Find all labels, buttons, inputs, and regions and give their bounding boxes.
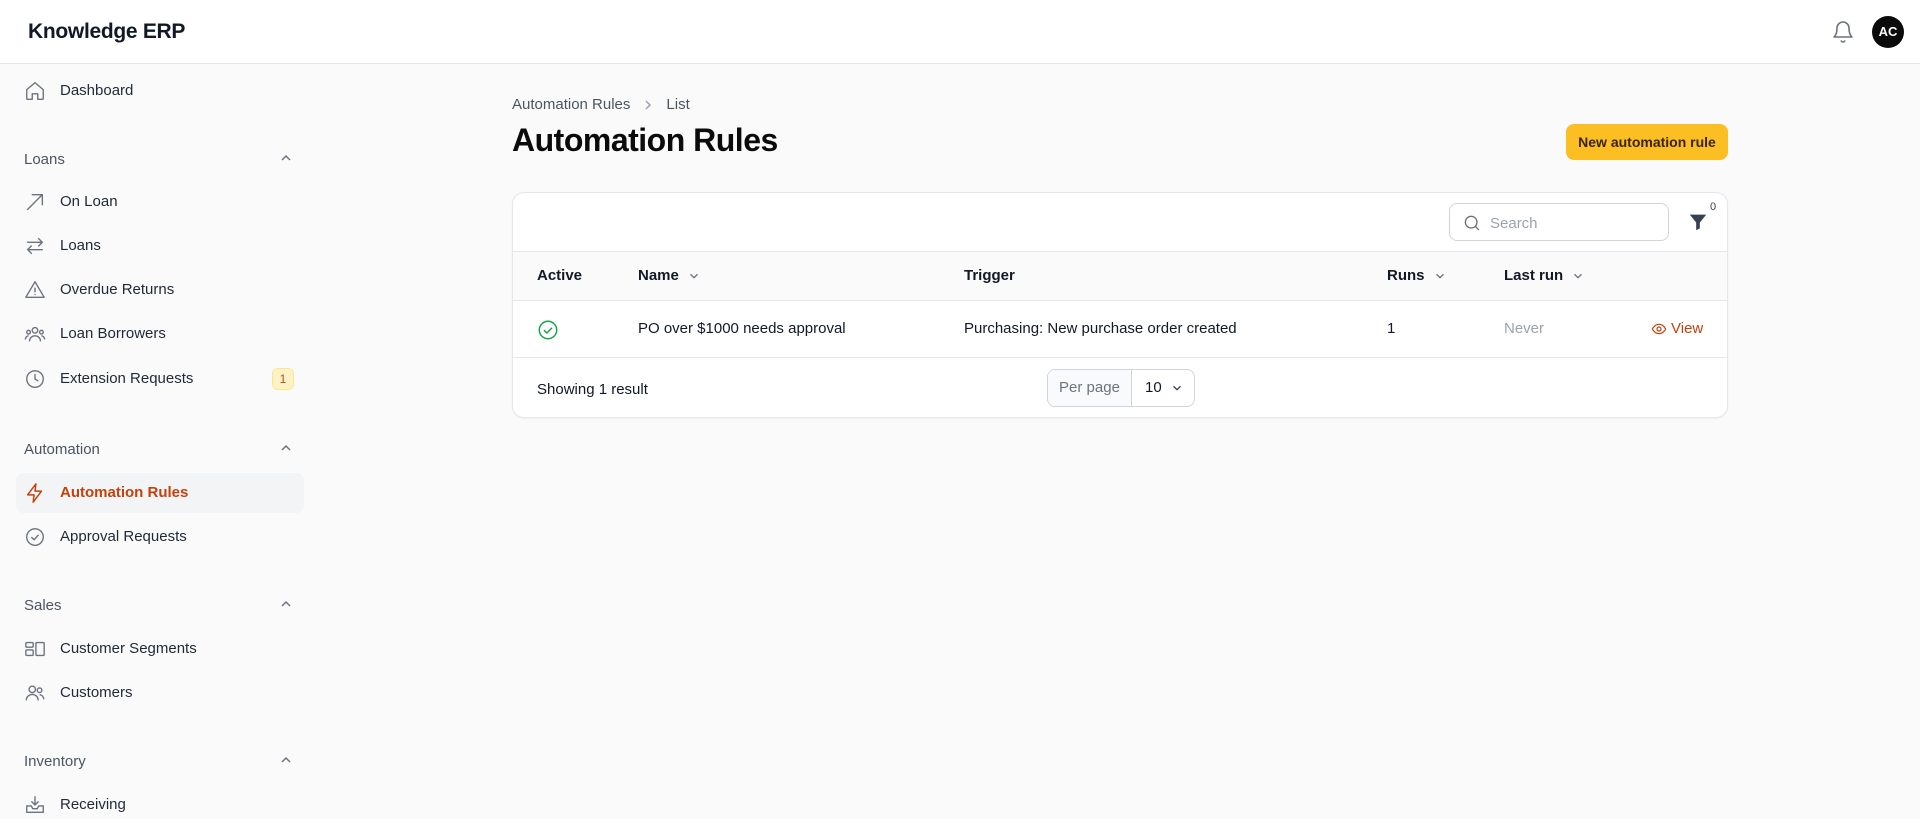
column-header-trigger: Trigger [964,267,1015,284]
sidebar-group-loans[interactable]: Loans [24,151,65,168]
sidebar-group-automation[interactable]: Automation [24,441,100,458]
sidebar-item-label: Loan Borrowers [60,325,166,342]
column-header-label: Active [537,267,583,284]
sidebar-item-approval-requests[interactable]: Approval Requests [16,517,304,557]
sidebar-item-loans[interactable]: Loans [16,226,304,266]
sidebar-item-label: Customer Segments [60,640,197,657]
per-page-value[interactable]: 10 [1132,370,1194,406]
users-icon [25,685,45,701]
sidebar-item-automation-rules[interactable]: Automation Rules [16,473,304,513]
chevron-down-icon [1173,385,1181,391]
clock-icon [26,370,44,388]
rule-runs-cell: 1 [1387,320,1396,337]
sidebar-item-label: Loans [60,237,101,254]
search-input[interactable] [1490,212,1660,234]
new-automation-rule-button[interactable]: New automation rule [1566,124,1728,160]
chevron-up-icon[interactable] [278,752,294,768]
inbox-download-icon [26,796,44,814]
column-header-name[interactable]: Name [638,267,701,284]
sidebar-item-label: Dashboard [60,82,134,99]
per-page-label: Per page [1048,370,1132,406]
warning-triangle-icon [25,281,45,299]
rule-trigger-cell: Purchasing: New purchase order created [964,320,1237,337]
table-header: Active Name Trigger Runs Last run [513,251,1727,301]
segments-icon [25,641,45,657]
sidebar-group-sales[interactable]: Sales [24,597,62,614]
result-count-text: Showing 1 result [537,381,648,398]
sidebar-item-label: Overdue Returns [60,281,175,298]
breadcrumb-root-link[interactable]: Automation Rules [512,96,630,113]
filter-count-badge: 0 [1705,199,1721,215]
sidebar-item-loan-borrowers[interactable]: Loan Borrowers [16,314,304,354]
home-icon [26,82,44,100]
lightning-bolt-icon [26,483,43,503]
column-header-label: Trigger [964,267,1015,284]
page-title: Automation Rules [512,122,778,158]
active-check-circle-icon [538,320,558,340]
arrow-up-right-icon [26,193,44,211]
sidebar-group-inventory[interactable]: Inventory [24,753,86,770]
rule-name-cell: PO over $1000 needs approval [638,320,846,337]
chevron-up-icon[interactable] [278,440,294,456]
sidebar-item-label: Receiving [60,796,126,813]
breadcrumb-current: List [666,96,690,113]
search-field[interactable] [1449,203,1669,241]
sidebar-item-overdue-returns[interactable]: Overdue Returns [16,270,304,310]
search-icon [1464,215,1480,231]
rule-last-run-cell: Never [1504,320,1545,337]
sidebar-item-receiving[interactable]: Receiving [16,785,304,819]
column-header-last-run[interactable]: Last run [1504,267,1585,284]
sidebar-item-customers[interactable]: Customers [16,673,304,713]
chevron-up-icon[interactable] [278,150,294,166]
sidebar: Dashboard Loans On Loan Loans Overdue Re… [0,64,320,819]
column-header-label: Runs [1387,267,1425,284]
chevron-up-icon[interactable] [278,596,294,612]
sidebar-item-label: Extension Requests [60,370,194,387]
view-link-label: View [1671,320,1704,337]
app-title[interactable]: Knowledge ERP [28,20,185,44]
breadcrumb: Automation Rules List [512,96,690,113]
sidebar-item-label: Automation Rules [60,484,189,501]
column-header-active: Active [537,267,582,284]
sidebar-item-dashboard[interactable]: Dashboard [16,71,304,111]
column-header-label: Last run [1504,267,1564,284]
sort-chevron-down-icon[interactable] [687,269,701,283]
sidebar-item-label: Approval Requests [60,528,187,545]
sidebar-item-on-loan[interactable]: On Loan [16,182,304,222]
users-group-icon [24,326,46,342]
user-avatar[interactable]: AC [1872,16,1904,48]
view-rule-link[interactable]: View [1651,320,1703,337]
sidebar-item-label: On Loan [60,193,118,210]
filter-icon[interactable] [1687,211,1709,233]
sidebar-item-customer-segments[interactable]: Customer Segments [16,629,304,669]
column-header-runs[interactable]: Runs [1387,267,1447,284]
chevron-right-icon [645,99,652,110]
per-page-select[interactable]: Per page 10 [1047,369,1195,407]
notifications-bell-icon[interactable] [1831,20,1855,44]
sidebar-item-extension-requests[interactable]: Extension Requests 1 [16,359,304,399]
per-page-value-text: 10 [1145,379,1162,396]
sidebar-item-label: Customers [60,684,133,701]
count-badge: 1 [272,368,294,390]
table-row[interactable]: PO over $1000 needs approval Purchasing:… [513,301,1727,358]
automation-rules-table-card: 0 Active Name Trigger Runs Last run PO o… [512,192,1728,418]
eye-icon [1651,323,1667,334]
column-header-label: Name [638,267,679,284]
sort-chevron-down-icon[interactable] [1433,269,1447,283]
check-circle-icon [26,528,44,546]
arrows-exchange-icon [26,237,44,255]
top-bar: Knowledge ERP AC [0,0,1920,64]
sort-chevron-down-icon[interactable] [1571,269,1585,283]
